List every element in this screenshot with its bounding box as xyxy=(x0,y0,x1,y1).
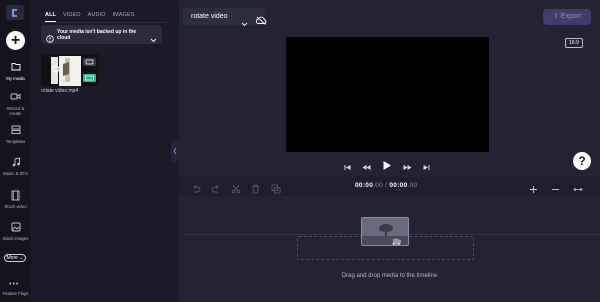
tabs-divider xyxy=(41,22,166,23)
aspect-ratio-button[interactable]: 16:9 xyxy=(565,38,583,48)
video-camera-icon xyxy=(0,92,31,104)
more-label: More xyxy=(6,255,18,261)
add-media-button[interactable]: + xyxy=(6,31,25,50)
project-title: rotate video xyxy=(191,13,228,20)
rail-label: Stock video xyxy=(4,204,27,209)
more-dots-icon[interactable]: ••• xyxy=(9,281,19,288)
tab-images[interactable]: IMAGES xyxy=(113,12,135,22)
help-button[interactable]: ? xyxy=(573,152,591,170)
more-button[interactable]: More ⌄ xyxy=(4,254,26,262)
chevron-down-icon[interactable] xyxy=(150,30,157,48)
total-time-fraction: .00 xyxy=(407,182,418,189)
rewind-icon[interactable] xyxy=(362,158,371,176)
cloud-warning-icon xyxy=(46,30,54,48)
fast-forward-icon[interactable] xyxy=(403,158,412,176)
rail-item-record-create[interactable]: Record & create xyxy=(0,92,31,116)
media-panel: ALL VIDEO AUDIO IMAGES Your media isn't … xyxy=(31,0,171,302)
media-file-name: rotate video.mp4 xyxy=(41,88,79,94)
rail-label: Music & SFX xyxy=(3,171,28,176)
export-button[interactable]: ⇧ Export xyxy=(543,9,591,25)
cloud-off-icon[interactable] xyxy=(255,12,267,30)
timeline-area[interactable]: Drag and drop media to the timeline xyxy=(179,196,600,302)
timecode-display: 00:00.00 / 00:00.00 xyxy=(355,182,417,189)
rail-item-stock-images[interactable]: Stock images xyxy=(0,222,31,241)
skip-forward-icon[interactable] xyxy=(423,158,430,176)
templates-icon xyxy=(0,125,31,137)
upload-icon: ⇧ xyxy=(552,13,561,20)
film-icon xyxy=(0,190,31,202)
play-icon[interactable] xyxy=(382,158,392,176)
backup-notice[interactable]: Your media isn't backed up in the cloud xyxy=(41,25,162,44)
chevron-down-icon[interactable] xyxy=(241,14,248,32)
tab-video[interactable]: VIDEO xyxy=(63,12,81,22)
rail-item-music-sfx[interactable]: Music & SFX xyxy=(0,157,31,176)
export-label: Export xyxy=(560,13,582,20)
clipchamp-logo[interactable] xyxy=(6,5,24,20)
tab-audio[interactable]: AUDIO xyxy=(88,12,106,22)
feature-flags-label[interactable]: Feature Flags xyxy=(0,291,31,296)
app: + My media Record & create Templates Mus… xyxy=(0,0,600,302)
current-time: 00:00 xyxy=(355,182,374,189)
project-title-input[interactable]: rotate video xyxy=(183,8,265,25)
image-icon xyxy=(0,222,31,234)
playback-controls xyxy=(344,158,430,176)
backup-notice-text: Your media isn't backed up in the cloud xyxy=(57,29,137,41)
dragged-clip-preview[interactable] xyxy=(361,217,409,246)
media-thumbnail[interactable] xyxy=(41,54,99,86)
rail-item-my-media[interactable]: My media xyxy=(0,62,31,81)
tab-all[interactable]: ALL xyxy=(45,12,56,22)
time-separator: / xyxy=(385,182,388,189)
rail-label: Record & create xyxy=(6,106,25,116)
total-time: 00:00 xyxy=(389,182,408,189)
current-time-fraction: .00 xyxy=(373,182,384,189)
collapse-panel-button[interactable] xyxy=(171,140,179,162)
drop-hint-text: Drag and drop media to the timeline xyxy=(341,273,438,279)
rail-item-templates[interactable]: Templates xyxy=(0,125,31,144)
folder-icon xyxy=(0,62,31,74)
rail-label: My media xyxy=(6,76,25,81)
rail-label: Templates xyxy=(5,139,26,144)
left-rail: + My media Record & create Templates Mus… xyxy=(0,0,31,302)
rail-item-stock-video[interactable]: Stock video xyxy=(0,190,31,209)
skip-back-icon[interactable] xyxy=(344,158,351,176)
rail-label: Stock images xyxy=(2,236,29,241)
music-note-icon xyxy=(0,157,31,169)
media-tabs: ALL VIDEO AUDIO IMAGES xyxy=(45,12,135,22)
video-preview[interactable] xyxy=(286,37,489,152)
timeline-toolbar: 00:00.00 / 00:00.00 xyxy=(179,177,600,196)
editor-main: rotate video ⇧ Export 16:9 ? 00:00.00 / … xyxy=(179,0,600,302)
